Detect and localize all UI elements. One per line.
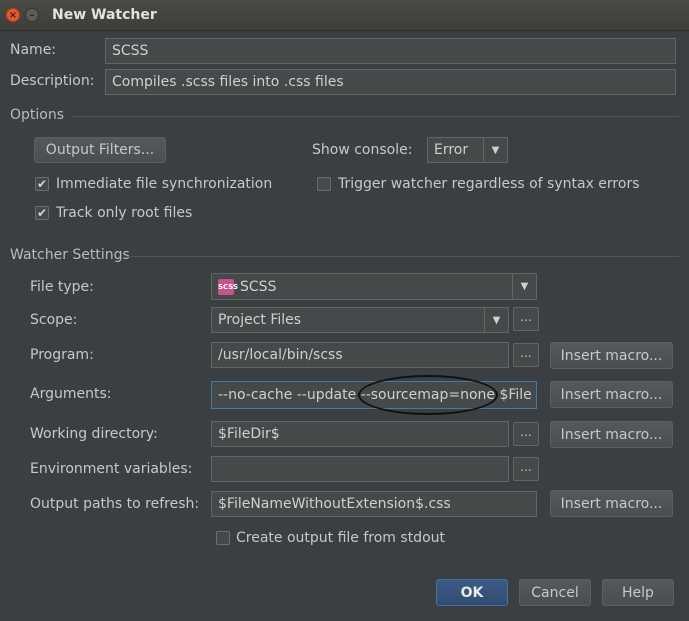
file-type-label: File type: bbox=[30, 279, 94, 295]
arguments-input[interactable]: --no-cache --update --sourcemap=none $Fi… bbox=[211, 381, 537, 409]
output-filters-button[interactable]: Output Filters... bbox=[34, 137, 166, 163]
program-browse-button[interactable]: ... bbox=[513, 343, 539, 367]
file-type-select[interactable]: SCSS SCSS ▼ bbox=[211, 273, 537, 300]
window-title: New Watcher bbox=[52, 7, 157, 23]
track-root-label: Track only root files bbox=[56, 205, 193, 221]
working-directory-browse-button[interactable]: ... bbox=[513, 422, 539, 446]
scope-label: Scope: bbox=[30, 312, 78, 328]
arguments-value: --no-cache --update --sourcemap=none $Fi… bbox=[218, 387, 532, 403]
scss-icon: SCSS bbox=[218, 278, 238, 295]
chevron-down-icon: ▼ bbox=[512, 274, 536, 299]
description-value: Compiles .scss files into .css files bbox=[112, 74, 344, 90]
cancel-button[interactable]: Cancel bbox=[519, 579, 591, 606]
show-console-select[interactable]: Error ▼ bbox=[427, 137, 508, 163]
scope-select[interactable]: Project Files ▼ bbox=[211, 307, 509, 333]
working-directory-label: Working directory: bbox=[30, 426, 158, 442]
immediate-sync-label: Immediate file synchronization bbox=[56, 176, 273, 192]
working-directory-input[interactable]: $FileDir$ bbox=[211, 421, 509, 447]
environment-variables-label: Environment variables: bbox=[30, 461, 193, 477]
working-directory-insert-macro-button[interactable]: Insert macro... bbox=[550, 421, 673, 448]
arguments-insert-macro-button[interactable]: Insert macro... bbox=[550, 381, 673, 408]
options-divider bbox=[72, 116, 679, 117]
track-root-checkbox[interactable]: ✔ bbox=[35, 206, 49, 220]
output-paths-input[interactable]: $FileNameWithoutExtension$.css bbox=[211, 491, 537, 517]
create-output-checkbox[interactable] bbox=[216, 531, 230, 545]
program-label: Program: bbox=[30, 347, 94, 363]
immediate-sync-checkbox[interactable]: ✔ bbox=[35, 177, 49, 191]
create-output-label: Create output file from stdout bbox=[236, 530, 445, 546]
output-paths-label: Output paths to refresh: bbox=[30, 496, 200, 512]
options-section-title: Options bbox=[10, 107, 65, 123]
help-button[interactable]: Help bbox=[602, 579, 674, 606]
scope-browse-button[interactable]: ... bbox=[513, 307, 539, 331]
description-label: Description: bbox=[10, 73, 95, 89]
output-paths-value: $FileNameWithoutExtension$.css bbox=[218, 496, 451, 512]
show-console-value: Error bbox=[434, 142, 469, 158]
environment-variables-browse-button[interactable]: ... bbox=[513, 457, 539, 481]
ok-button[interactable]: OK bbox=[436, 579, 508, 606]
arguments-label: Arguments: bbox=[30, 386, 112, 402]
trigger-watcher-label: Trigger watcher regardless of syntax err… bbox=[338, 176, 640, 192]
chevron-down-icon: ▼ bbox=[484, 308, 508, 332]
minimize-icon[interactable]: – bbox=[25, 8, 39, 22]
watcher-divider bbox=[126, 256, 679, 257]
show-console-label: Show console: bbox=[312, 142, 413, 158]
trigger-watcher-checkbox[interactable] bbox=[317, 177, 331, 191]
description-input[interactable]: Compiles .scss files into .css files bbox=[105, 69, 676, 95]
close-icon[interactable]: × bbox=[6, 8, 20, 22]
scope-value: Project Files bbox=[218, 312, 302, 328]
chevron-down-icon: ▼ bbox=[483, 138, 507, 162]
program-input[interactable]: /usr/local/bin/scss bbox=[211, 342, 509, 368]
name-label: Name: bbox=[10, 42, 57, 58]
watcher-section-title: Watcher Settings bbox=[10, 247, 130, 263]
output-paths-insert-macro-button[interactable]: Insert macro... bbox=[550, 490, 673, 517]
working-directory-value: $FileDir$ bbox=[218, 426, 280, 442]
environment-variables-input[interactable] bbox=[211, 456, 509, 482]
program-value: /usr/local/bin/scss bbox=[218, 347, 343, 363]
name-input[interactable]: SCSS bbox=[105, 38, 676, 64]
name-value: SCSS bbox=[112, 43, 149, 59]
program-insert-macro-button[interactable]: Insert macro... bbox=[550, 342, 673, 369]
file-type-value: SCSS bbox=[240, 278, 277, 295]
